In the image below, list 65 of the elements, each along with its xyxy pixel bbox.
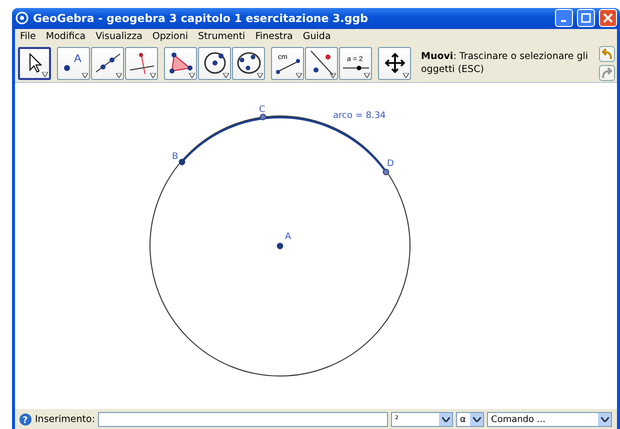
- menu-item[interactable]: Visualizza: [90, 30, 148, 42]
- redo-icon: [601, 66, 613, 78]
- perpendicular-lines-icon: [128, 51, 154, 75]
- menu-item[interactable]: Opzioni: [147, 30, 194, 42]
- line-icon: [94, 52, 120, 74]
- dropdown-triangle-icon: [189, 72, 195, 78]
- tool-button[interactable]: [164, 46, 197, 80]
- tool-button[interactable]: [305, 46, 338, 80]
- tool-button[interactable]: [18, 46, 51, 80]
- point-label: B: [172, 152, 178, 162]
- caret-icon: [442, 417, 450, 422]
- dropdown-triangle-icon: [257, 72, 263, 78]
- tool-button[interactable]: [198, 46, 231, 80]
- dropdown-triangle-icon: [330, 72, 336, 78]
- symbols-dropdown[interactable]: ²: [391, 412, 454, 428]
- undo-button[interactable]: [599, 46, 615, 62]
- app-logo-icon: [15, 11, 29, 26]
- arc-length-label: arco = 8.34: [333, 110, 386, 121]
- close-icon: [603, 13, 613, 24]
- point-label: C: [259, 104, 266, 115]
- greek-letters-dropdown[interactable]: α: [456, 412, 484, 428]
- tool-button[interactable]: [125, 46, 158, 80]
- maximize-button[interactable]: [577, 9, 595, 28]
- point[interactable]: [382, 168, 390, 176]
- redo-button[interactable]: [599, 64, 615, 80]
- dropdown-triangle-icon: [116, 72, 122, 78]
- triangle-icon: [168, 52, 194, 74]
- point[interactable]: [276, 242, 284, 250]
- tool-button[interactable]: [232, 46, 265, 80]
- point-label: D: [387, 158, 394, 169]
- maximize-icon: [581, 13, 591, 24]
- dropdown-triangle-icon: [296, 72, 302, 78]
- undo-icon: [601, 48, 613, 60]
- dropdown-triangle-icon: [364, 72, 370, 78]
- close-button[interactable]: [599, 9, 617, 28]
- circle-icon: [202, 51, 226, 75]
- circle-three-points-icon: [236, 51, 262, 75]
- input-field[interactable]: [98, 412, 388, 428]
- menu-item[interactable]: File: [15, 30, 41, 42]
- help-icon[interactable]: ?: [19, 413, 32, 426]
- dropdown-triangle-icon: [42, 72, 48, 76]
- minimize-button[interactable]: [555, 9, 573, 28]
- menu-item[interactable]: Guida: [298, 30, 336, 42]
- dropdown-triangle-icon: [82, 72, 88, 78]
- menu-item[interactable]: Finestra: [250, 30, 298, 42]
- line-and-point-icon: [308, 50, 334, 76]
- tool-help-text: Muovi: Trascinare o selezionare gli oggetti (ESC): [420, 50, 590, 76]
- menu-item[interactable]: Strumenti: [193, 30, 250, 42]
- cursor-arrow-icon: [28, 53, 42, 73]
- menu-item[interactable]: Modifica: [40, 30, 91, 42]
- command-dropdown[interactable]: Comando ...: [487, 412, 612, 428]
- move-arrows-icon: [384, 53, 404, 73]
- tool-button[interactable]: A: [57, 46, 90, 80]
- point[interactable]: [260, 114, 266, 120]
- tool-button[interactable]: [378, 46, 411, 80]
- window-title: GeoGebra - geogebra 3 capitolo 1 esercitazione 3.ggb: [33, 12, 369, 25]
- dropdown-triangle-icon: [223, 72, 229, 78]
- dropdown-triangle-icon: [150, 72, 156, 78]
- dropdown-triangle-icon: [403, 72, 409, 78]
- point-label: A: [285, 232, 292, 242]
- point[interactable]: [178, 158, 186, 166]
- caret-icon: [472, 417, 481, 422]
- input-label: Inserimento:: [35, 414, 96, 426]
- tool-button[interactable]: [91, 46, 124, 80]
- caret-icon: [600, 417, 609, 422]
